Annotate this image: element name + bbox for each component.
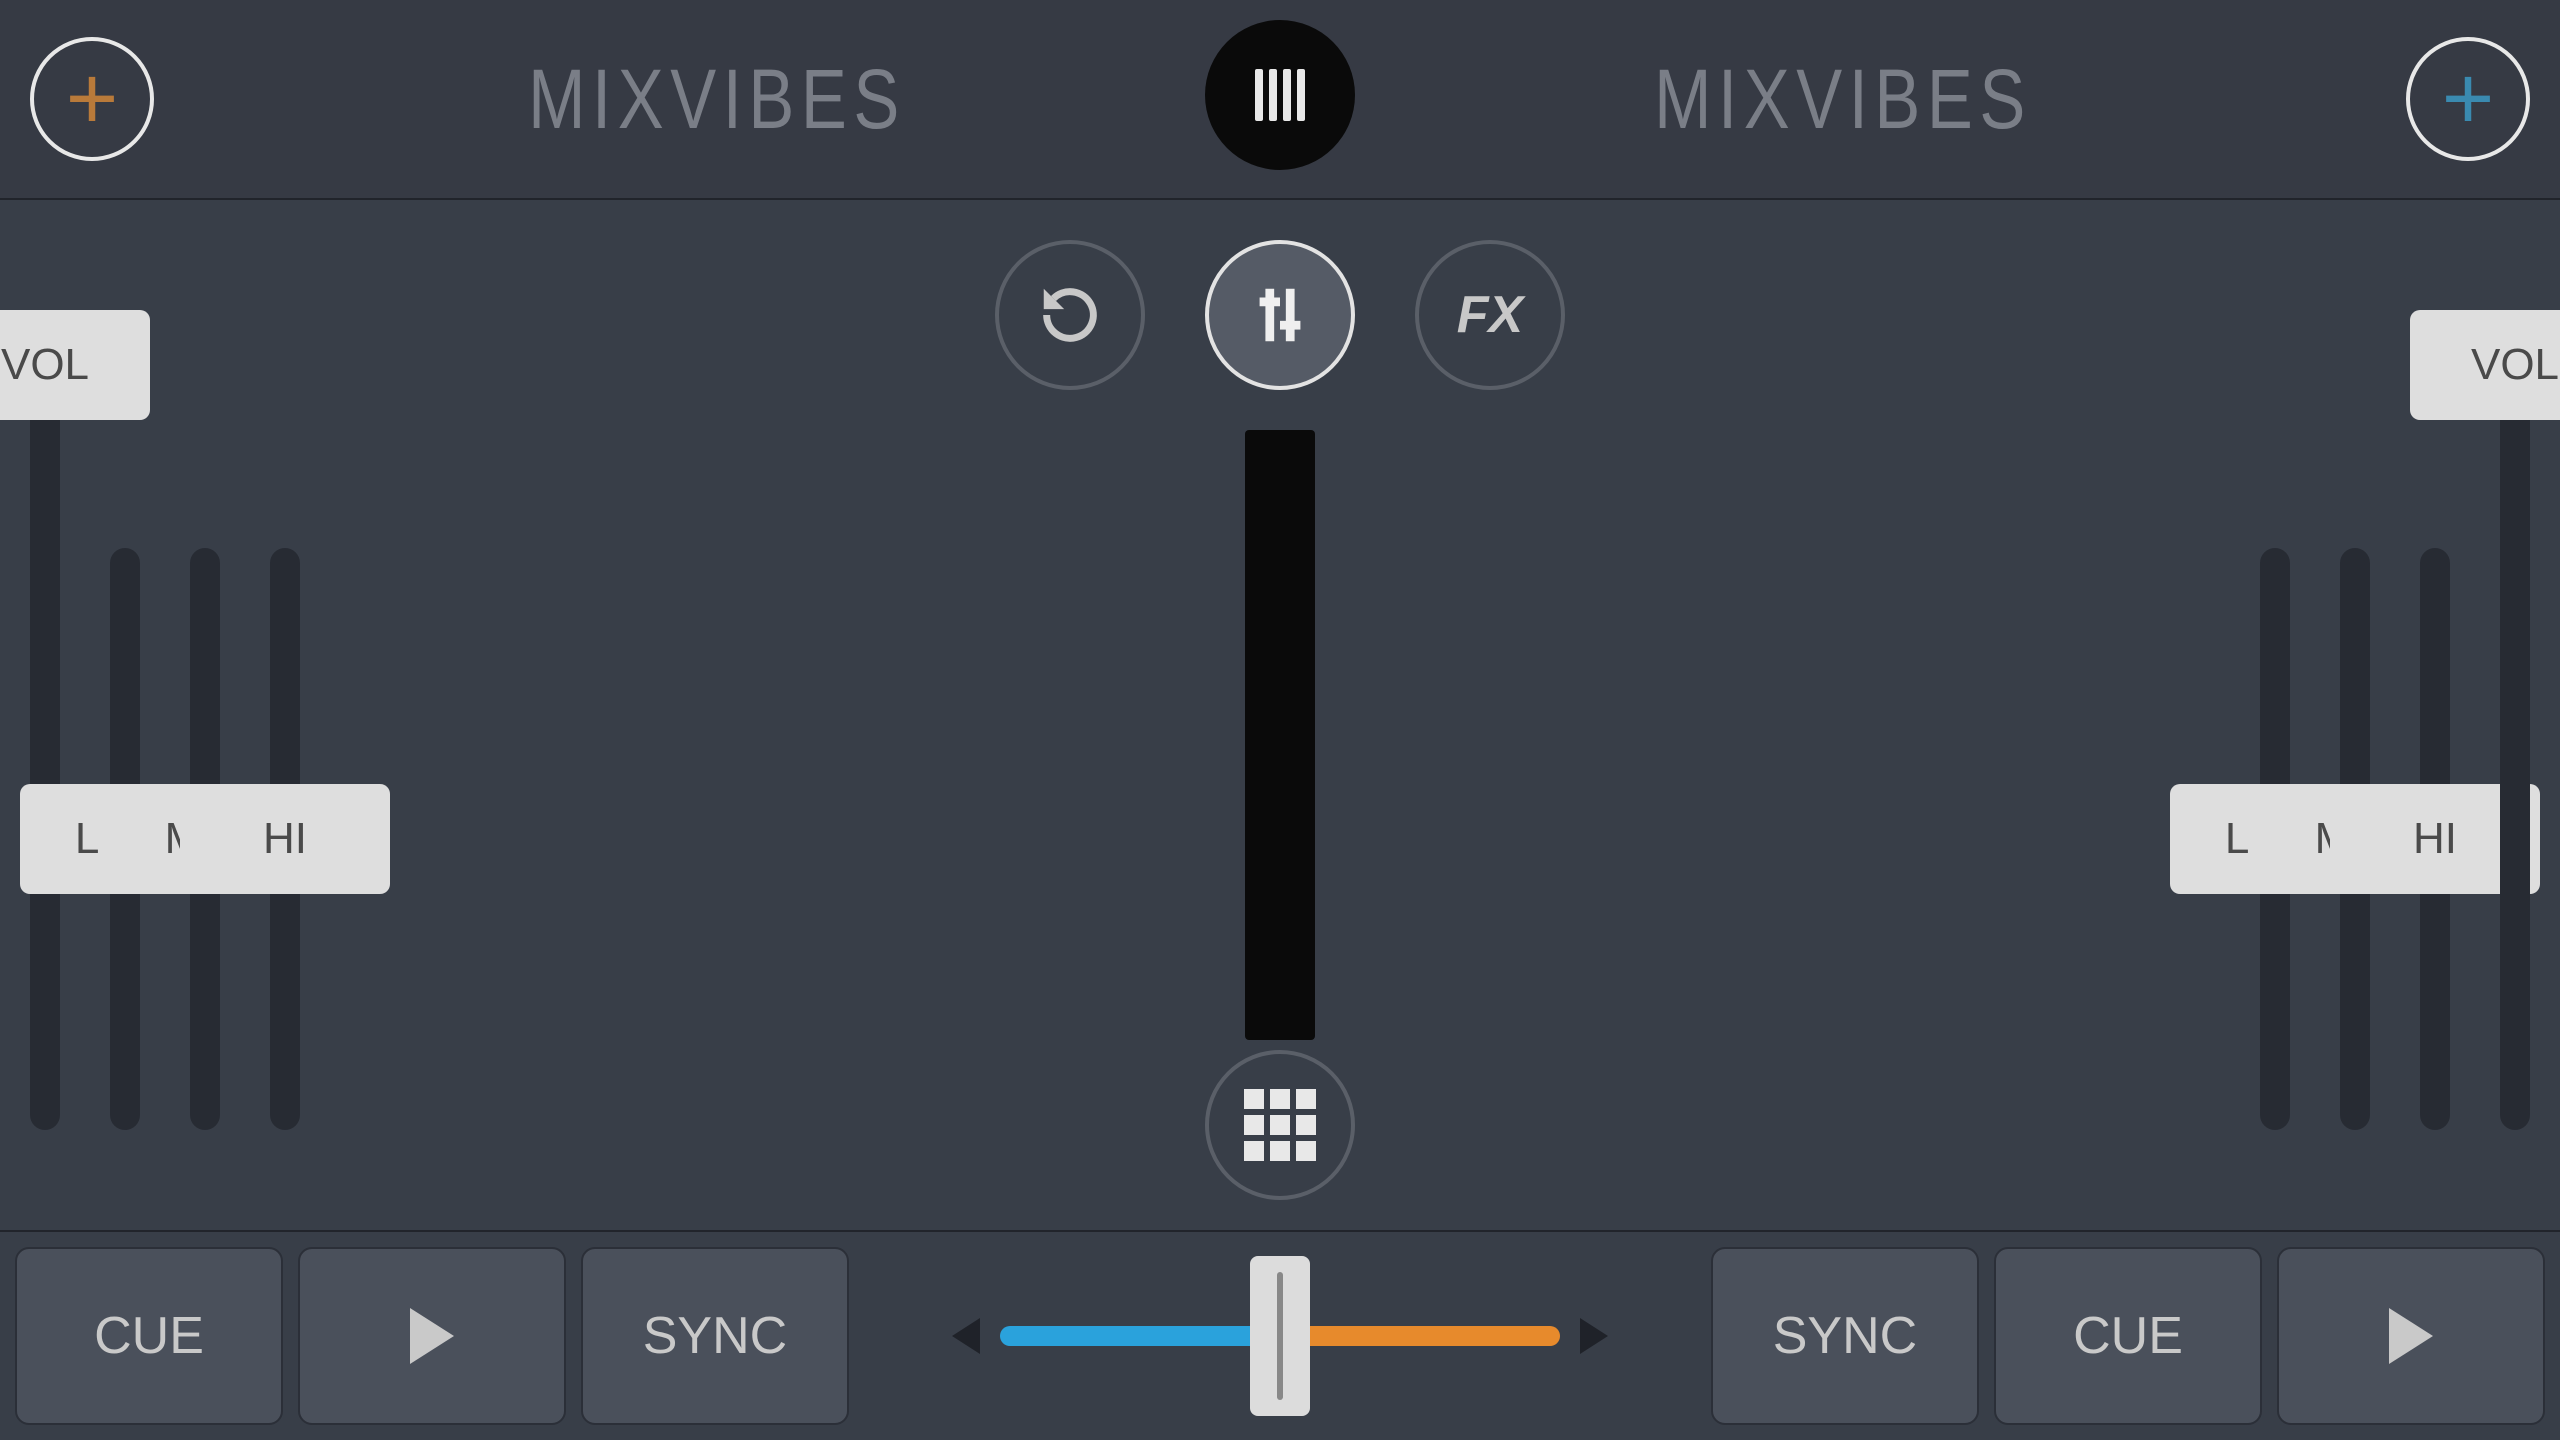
volume-thumb[interactable]: VOL	[2410, 310, 2560, 420]
plus-icon: +	[66, 54, 119, 144]
sync-label: SYNC	[1773, 1306, 1917, 1366]
transport-bar: CUE SYNC SYNC CUE	[0, 1230, 2560, 1440]
sliders-icon	[1245, 280, 1315, 350]
eq-label: HI	[2413, 814, 2457, 864]
crossfader-nudge-right[interactable]	[1580, 1318, 1608, 1354]
library-button[interactable]	[1205, 20, 1355, 170]
fx-label: FX	[1457, 285, 1523, 345]
vol-label: VOL	[1, 340, 89, 390]
bars-icon	[1255, 69, 1305, 121]
sync-label: SYNC	[643, 1306, 787, 1366]
deck-b-title: MIXVIBES	[1381, 51, 2304, 148]
load-track-b-button[interactable]: +	[2406, 37, 2530, 161]
header: + MIXVIBES MIXVIBES +	[0, 0, 2560, 200]
dj-mixer-app: + MIXVIBES MIXVIBES +	[0, 0, 2560, 1440]
deck-a-eq-hi-slider[interactable]: HI	[270, 548, 300, 1130]
loop-icon	[1035, 280, 1105, 350]
mixer-panel: FX VOL LOW	[0, 200, 2560, 1230]
center-fader[interactable]	[1245, 430, 1315, 1040]
deck-a-sync-button[interactable]: SYNC	[581, 1247, 849, 1425]
cue-label: CUE	[2073, 1306, 2183, 1366]
grid-icon	[1244, 1089, 1316, 1161]
deck-a-title: MIXVIBES	[255, 51, 1178, 148]
crossfader	[864, 1318, 1696, 1354]
deck-b-cue-button[interactable]: CUE	[1994, 1247, 2262, 1425]
deck-a-play-button[interactable]	[298, 1247, 566, 1425]
crossfader-track[interactable]	[1000, 1326, 1560, 1346]
sampler-button[interactable]	[1205, 1050, 1355, 1200]
play-icon	[410, 1308, 454, 1364]
mode-selector: FX	[995, 240, 1565, 390]
play-icon	[2389, 1308, 2433, 1364]
fx-mode-button[interactable]: FX	[1415, 240, 1565, 390]
deck-a-volume-slider[interactable]: VOL	[30, 310, 60, 1130]
deck-b-volume-slider[interactable]: VOL	[2500, 310, 2530, 1130]
eq-mode-button[interactable]	[1205, 240, 1355, 390]
deck-b-sync-button[interactable]: SYNC	[1711, 1247, 1979, 1425]
plus-icon: +	[2442, 54, 2495, 144]
crossfader-thumb[interactable]	[1250, 1256, 1310, 1416]
deck-b-play-button[interactable]	[2277, 1247, 2545, 1425]
eq-label: HI	[263, 814, 307, 864]
crossfader-nudge-left[interactable]	[952, 1318, 980, 1354]
deck-b-eq-hi-slider[interactable]: HI	[2420, 548, 2450, 1130]
cue-label: CUE	[94, 1306, 204, 1366]
volume-thumb[interactable]: VOL	[0, 310, 150, 420]
deck-a-cue-button[interactable]: CUE	[15, 1247, 283, 1425]
eq-thumb[interactable]: HI	[180, 784, 390, 894]
vol-label: VOL	[2471, 340, 2559, 390]
load-track-a-button[interactable]: +	[30, 37, 154, 161]
loop-mode-button[interactable]	[995, 240, 1145, 390]
